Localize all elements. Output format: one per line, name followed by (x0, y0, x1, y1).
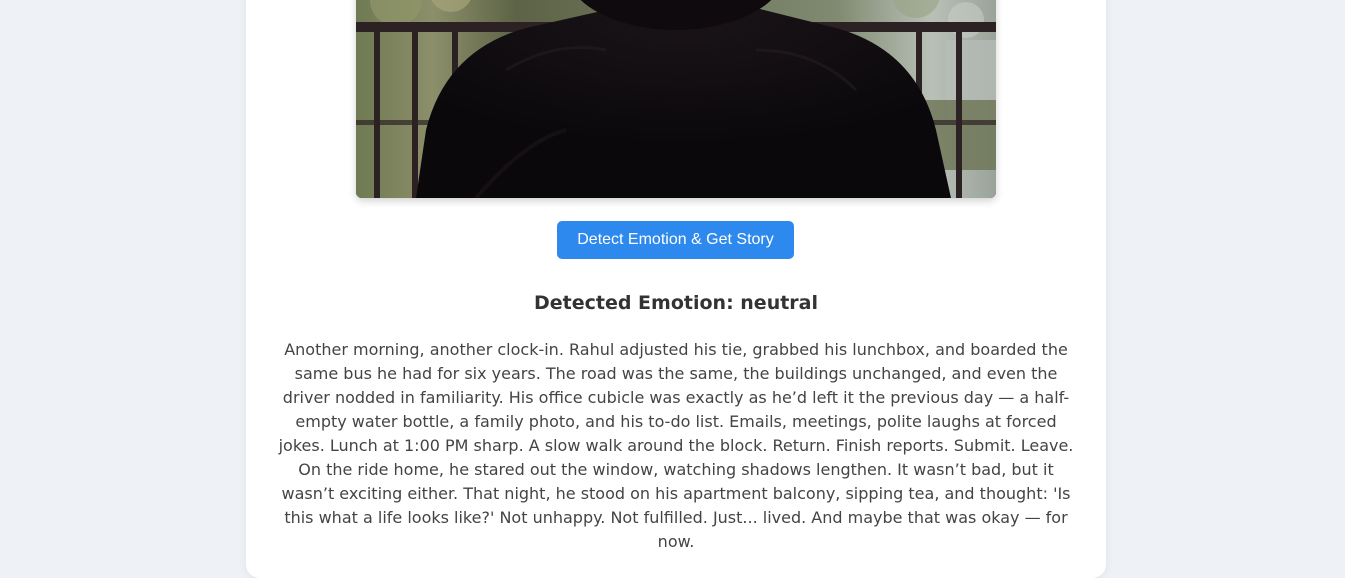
webcam-video-feed (356, 0, 996, 198)
detected-emotion-heading: Detected Emotion: neutral (533, 292, 819, 314)
main-card: Detect Emotion & Get Story Detected Emot… (246, 0, 1106, 578)
detect-emotion-button[interactable]: Detect Emotion & Get Story (557, 221, 794, 259)
story-text: Another morning, another clock-in. Rahul… (278, 340, 1074, 551)
webcam-frame-image (356, 0, 996, 198)
